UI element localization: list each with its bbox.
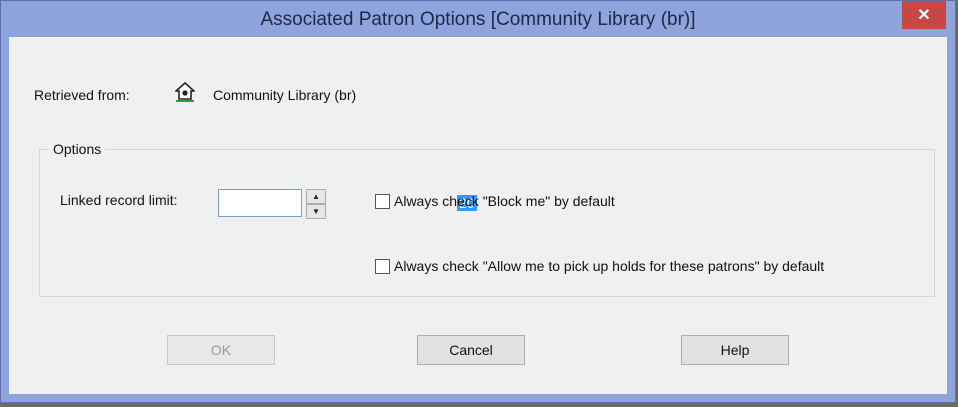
help-button[interactable]: Help [681,335,789,365]
retrieved-from-label: Retrieved from: [34,87,130,103]
arrow-down-icon: ▼ [312,207,320,216]
allow-pickup-option[interactable]: Always check "Allow me to pick up holds … [375,258,824,274]
options-groupbox [39,149,935,297]
spin-up-button[interactable]: ▲ [306,189,326,204]
title-bar[interactable]: Associated Patron Options [Community Lib… [1,1,955,37]
allow-pickup-label: Always check "Allow me to pick up holds … [394,258,825,274]
options-group-title: Options [49,141,106,157]
allow-pickup-checkbox[interactable] [375,258,390,274]
arrow-up-icon: ▲ [312,192,320,201]
background-strip [0,403,958,407]
spin-down-button[interactable]: ▼ [306,204,326,219]
linked-record-limit-label: Linked record limit: [60,192,178,208]
block-me-checkbox[interactable] [375,193,390,209]
ok-button[interactable]: OK [167,335,275,365]
dialog-window: Associated Patron Options [Community Lib… [0,0,956,403]
dialog-client-area: Retrieved from: Community Library (br) O… [9,37,947,394]
close-button[interactable]: ✕ [902,1,946,29]
linked-record-limit-spinner: ▲ ▼ [306,189,326,219]
library-icon [175,81,195,102]
close-icon: ✕ [917,7,931,24]
block-me-option[interactable]: Always check "Block me" by default [375,193,615,209]
linked-record-limit-input[interactable]: 20 [218,189,477,217]
block-me-label: Always check "Block me" by default [394,193,615,209]
library-name: Community Library (br) [213,87,357,103]
window-title: Associated Patron Options [Community Lib… [260,9,696,30]
cancel-button[interactable]: Cancel [417,335,525,365]
